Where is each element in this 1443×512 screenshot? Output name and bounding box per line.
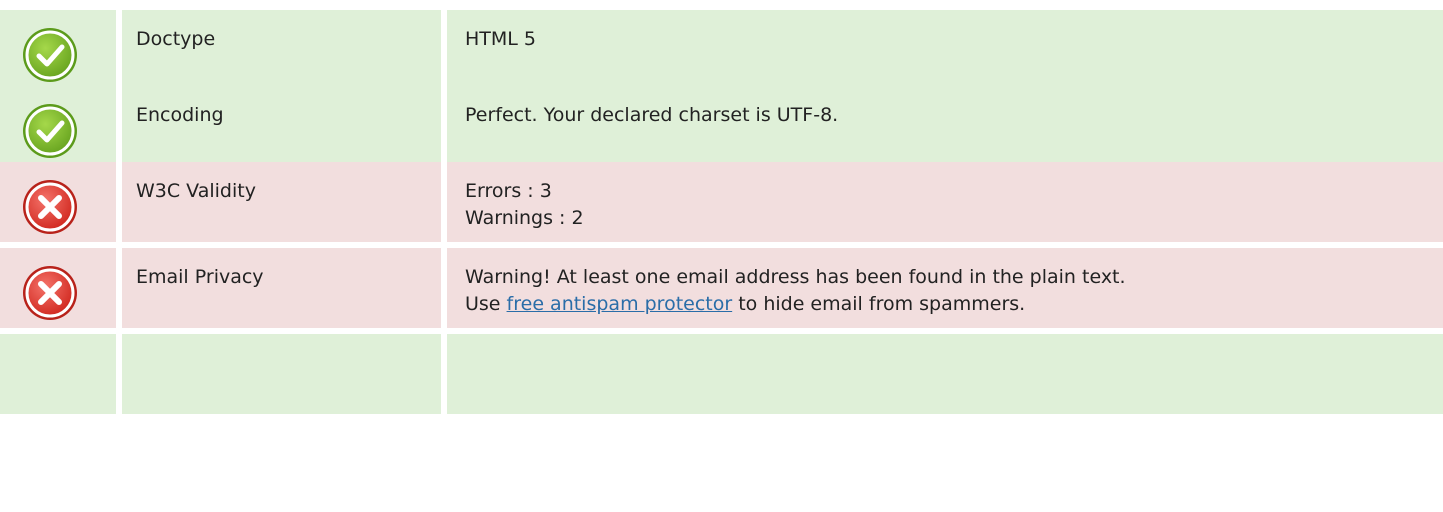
row-value-cell bbox=[447, 334, 1443, 414]
table-row-w3c-validity: W3C Validity Errors : 3 Warnings : 2 bbox=[0, 162, 1443, 242]
table-row-partial bbox=[0, 334, 1443, 414]
row-label-cell bbox=[122, 334, 441, 414]
cross-circle-icon bbox=[22, 265, 78, 321]
row-label: Doctype bbox=[136, 28, 216, 50]
antispam-protector-link[interactable]: free antispam protector bbox=[507, 293, 733, 315]
row-label-cell: Email Privacy bbox=[122, 248, 441, 328]
status-cell bbox=[0, 10, 116, 90]
row-value-cell: Warning! At least one email address has … bbox=[447, 248, 1443, 328]
status-cell bbox=[0, 248, 116, 328]
row-value-cell: HTML 5 bbox=[447, 10, 1443, 90]
row-value-cell: Errors : 3 Warnings : 2 bbox=[447, 162, 1443, 242]
row-label: Encoding bbox=[136, 104, 224, 126]
status-cell bbox=[0, 162, 116, 242]
status-cell bbox=[0, 86, 116, 166]
row-label-cell: Encoding bbox=[122, 86, 441, 166]
row-label: Email Privacy bbox=[136, 266, 264, 288]
errors-count: Errors : 3 bbox=[465, 180, 552, 202]
table-row-email-privacy: Email Privacy Warning! At least one emai… bbox=[0, 248, 1443, 328]
check-circle-icon bbox=[22, 103, 78, 159]
email-advice-line: Use free antispam protector to hide emai… bbox=[465, 291, 1433, 318]
status-cell bbox=[0, 334, 116, 414]
row-label-cell: Doctype bbox=[122, 10, 441, 90]
table-row-doctype: Doctype HTML 5 bbox=[0, 10, 1443, 90]
checks-table: Doctype HTML 5 Encoding Perfect. Your de… bbox=[0, 0, 1443, 512]
row-label-cell: W3C Validity bbox=[122, 162, 441, 242]
advice-suffix: to hide email from spammers. bbox=[732, 293, 1026, 315]
email-warning-text: Warning! At least one email address has … bbox=[465, 266, 1126, 288]
row-value: HTML 5 bbox=[465, 28, 536, 50]
row-value: Perfect. Your declared charset is UTF-8. bbox=[465, 104, 839, 126]
check-circle-icon bbox=[22, 27, 78, 83]
advice-prefix: Use bbox=[465, 293, 507, 315]
row-value-cell: Perfect. Your declared charset is UTF-8. bbox=[447, 86, 1443, 166]
cross-circle-icon bbox=[22, 179, 78, 235]
warnings-count: Warnings : 2 bbox=[465, 207, 584, 229]
table-row-encoding: Encoding Perfect. Your declared charset … bbox=[0, 86, 1443, 166]
row-label: W3C Validity bbox=[136, 180, 256, 202]
